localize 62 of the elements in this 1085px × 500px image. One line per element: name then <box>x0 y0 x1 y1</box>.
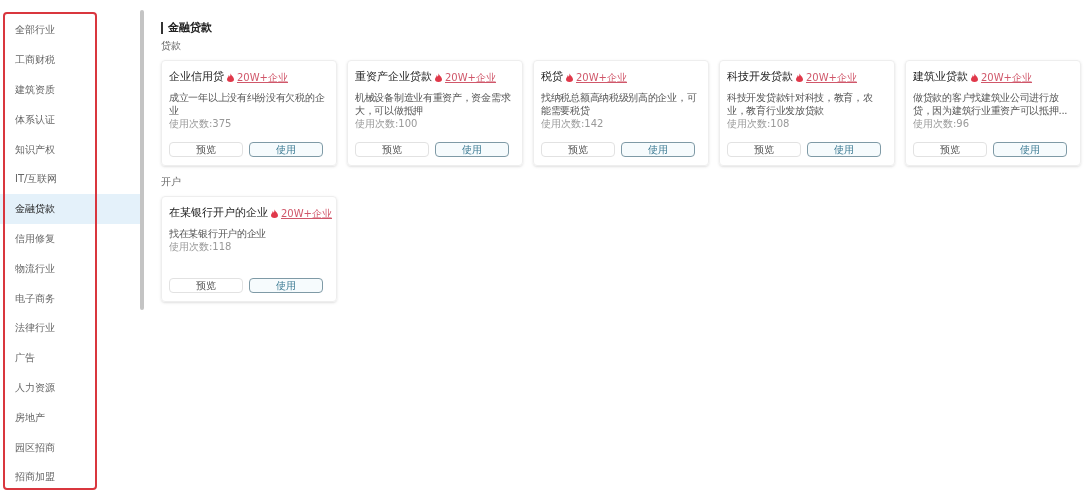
popularity-tag: 20W+企业 <box>981 69 1032 85</box>
card-title: 税贷 <box>541 69 563 85</box>
section-title: 开户 <box>161 176 182 188</box>
flame-icon <box>566 72 573 82</box>
section-title: 贷款 <box>161 40 182 52</box>
popularity-tag: 20W+企业 <box>237 69 288 85</box>
sidebar-item[interactable]: 招商加盟 <box>0 461 140 492</box>
card-title: 建筑业贷款 <box>913 69 968 85</box>
flame-icon <box>435 72 442 82</box>
sidebar-item[interactable]: 房地产 <box>0 402 140 433</box>
use-button[interactable]: 使用 <box>249 142 323 157</box>
sidebar-item[interactable]: 电子商务 <box>0 283 140 313</box>
sidebar-item[interactable]: 园区招商 <box>0 432 140 462</box>
card-description: 科技开发贷款针对科技，教育，农业，教育行业发放贷款 <box>727 90 874 117</box>
usage-count: 使用次数:142 <box>541 116 605 130</box>
use-button[interactable]: 使用 <box>435 142 509 157</box>
scrollbar[interactable] <box>140 10 144 310</box>
popularity-tag: 20W+企业 <box>281 205 332 221</box>
card-description: 找纳税总额高纳税级别高的企业，可能需要税贷 <box>541 90 698 117</box>
use-button[interactable]: 使用 <box>993 142 1067 157</box>
flame-icon <box>271 208 278 218</box>
sidebar-item[interactable]: 建筑资质 <box>0 74 140 105</box>
flame-icon <box>971 72 978 82</box>
preview-button[interactable]: 预览 <box>355 142 429 157</box>
sidebar-item[interactable]: 信用修复 <box>0 223 140 254</box>
preview-button[interactable]: 预览 <box>169 278 243 293</box>
flame-icon <box>227 72 234 82</box>
flame-icon <box>796 72 803 82</box>
card-title: 在某银行开户的企业 <box>169 205 268 221</box>
card-description: 机械设备制造业有重资产，资金需求大，可以做抵押 <box>355 90 512 117</box>
preview-button[interactable]: 预览 <box>169 142 243 157</box>
preview-button[interactable]: 预览 <box>727 142 801 157</box>
usage-count: 使用次数:100 <box>355 116 419 130</box>
page-title: 金融贷款 <box>161 22 1085 34</box>
card-description: 做贷款的客户找建筑业公司进行放贷，因为建筑行业重资产可以抵押... <box>913 90 1069 117</box>
sidebar-item[interactable]: 体系认证 <box>0 104 140 135</box>
preview-button[interactable]: 预览 <box>541 142 615 157</box>
sidebar-item[interactable]: 法律行业 <box>0 312 140 343</box>
sidebar-item[interactable]: 人力资源 <box>0 372 140 403</box>
sidebar-item[interactable]: 物流行业 <box>0 253 140 284</box>
usage-count: 使用次数:96 <box>913 116 971 130</box>
popularity-tag: 20W+企业 <box>576 69 627 85</box>
use-button[interactable]: 使用 <box>249 278 323 293</box>
preview-button[interactable]: 预览 <box>913 142 987 157</box>
card-title: 企业信用贷 <box>169 69 224 85</box>
sidebar-item[interactable]: 全部行业 <box>0 15 140 45</box>
sidebar-item[interactable]: 金融贷款 <box>0 193 140 224</box>
sidebar-item[interactable]: 知识产权 <box>0 134 140 164</box>
card-description: 成立一年以上没有纠纷没有欠税的企业 <box>169 90 326 117</box>
usage-count: 使用次数:108 <box>727 116 791 130</box>
popularity-tag: 20W+企业 <box>445 69 496 85</box>
popularity-tag: 20W+企业 <box>806 69 857 85</box>
card-description: 找在某银行开户的企业 <box>169 226 267 240</box>
card-title: 科技开发贷款 <box>727 69 793 85</box>
card-title: 重资产企业贷款 <box>355 69 432 85</box>
usage-count: 使用次数:375 <box>169 116 233 130</box>
sidebar-item[interactable]: IT/互联网 <box>0 164 140 194</box>
sidebar-item[interactable]: 广告 <box>0 342 140 373</box>
use-button[interactable]: 使用 <box>807 142 881 157</box>
use-button[interactable]: 使用 <box>621 142 695 157</box>
sidebar-item[interactable]: 工商财税 <box>0 44 140 75</box>
usage-count: 使用次数:118 <box>169 239 233 253</box>
